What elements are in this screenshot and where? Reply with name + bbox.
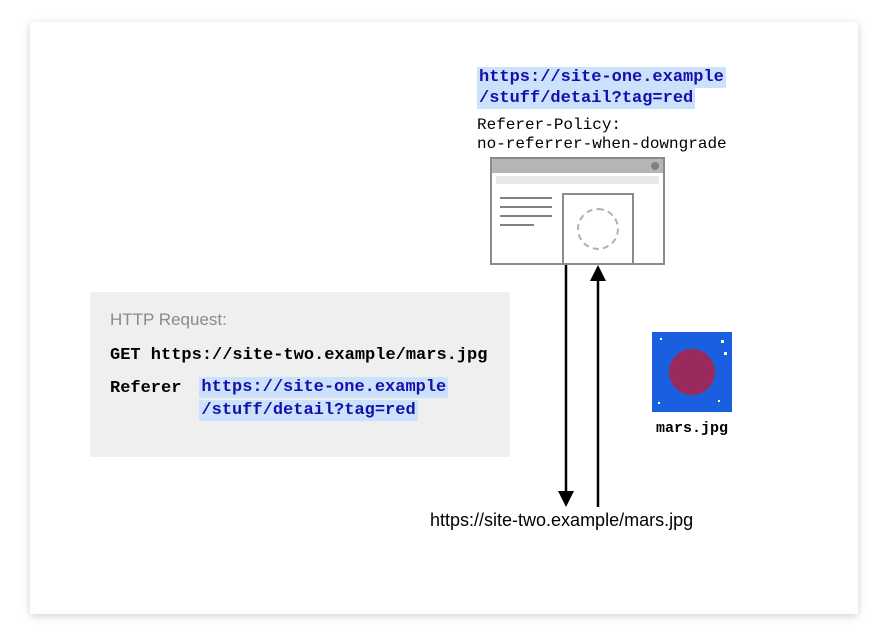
diagram-canvas: https://site-one.example /stuff/detail?t…	[30, 22, 858, 614]
star-icon	[660, 338, 662, 340]
referer-url: https://site-one.example /stuff/detail?t…	[199, 377, 448, 423]
line-icon	[500, 197, 552, 199]
origin-url-line1: https://site-one.example	[477, 67, 726, 88]
target-url: https://site-two.example/mars.jpg	[430, 510, 693, 531]
mars-filename: mars.jpg	[652, 420, 732, 437]
star-icon	[658, 402, 660, 404]
origin-url: https://site-one.example /stuff/detail?t…	[477, 67, 726, 110]
text-lines-icon	[500, 193, 552, 265]
browser-window-icon	[490, 157, 665, 265]
request-method-line: GET https://site-two.example/mars.jpg	[110, 346, 490, 365]
request-title: HTTP Request:	[110, 310, 490, 330]
origin-url-line2: /stuff/detail?tag=red	[477, 88, 695, 109]
http-request-box: HTTP Request: GET https://site-two.examp…	[90, 292, 510, 457]
browser-body-icon	[492, 187, 663, 271]
browser-titlebar-icon	[492, 159, 663, 173]
referer-url-line1: https://site-one.example	[199, 377, 448, 398]
request-response-arrows-icon	[554, 265, 614, 507]
line-icon	[500, 206, 552, 208]
referer-label: Referer	[110, 377, 181, 398]
image-placeholder-icon	[562, 193, 634, 265]
referer-row: Referer https://site-one.example /stuff/…	[110, 377, 490, 423]
star-icon	[724, 352, 727, 355]
line-icon	[500, 215, 552, 217]
line-icon	[500, 224, 534, 226]
star-icon	[718, 400, 720, 402]
referer-url-line2: /stuff/detail?tag=red	[199, 400, 417, 421]
referrer-policy: Referer-Policy: no-referrer-when-downgra…	[477, 116, 727, 154]
star-icon	[721, 340, 724, 343]
policy-header: Referer-Policy:	[477, 116, 727, 135]
planet-icon	[669, 349, 715, 395]
policy-value: no-referrer-when-downgrade	[477, 135, 727, 154]
mars-image-icon	[652, 332, 732, 412]
urlbar-icon	[496, 176, 659, 184]
dashed-circle-icon	[577, 208, 619, 250]
close-dot-icon	[651, 162, 659, 170]
